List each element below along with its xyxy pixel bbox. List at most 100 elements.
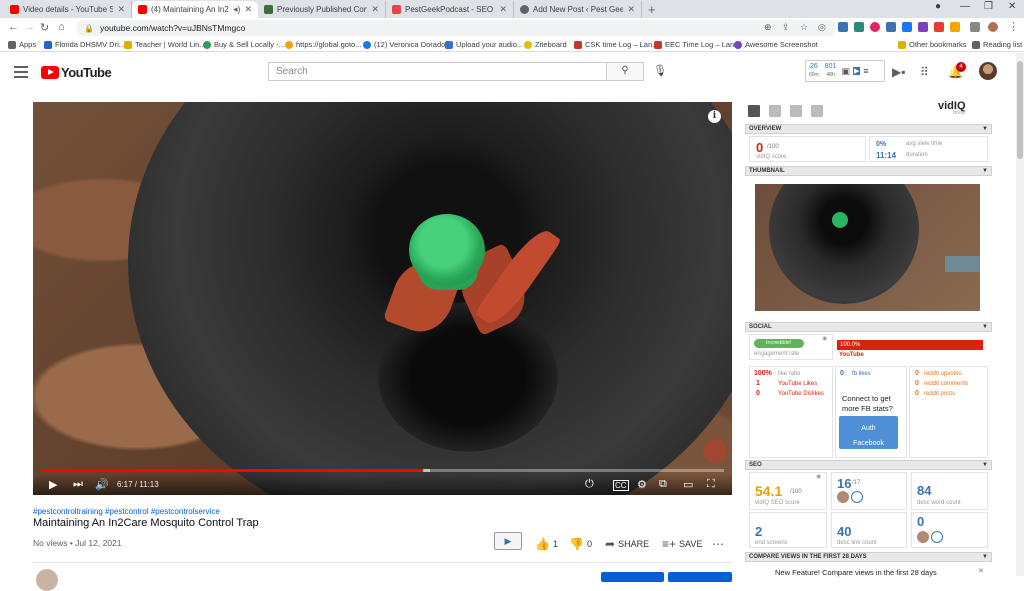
vidiq-icon[interactable]: ▶ xyxy=(852,67,861,75)
collapse-icon[interactable]: ▼ xyxy=(982,553,988,562)
twitter-tab-icon[interactable] xyxy=(790,105,802,117)
vidiq-extension-icon[interactable] xyxy=(886,22,896,32)
section-social-header[interactable]: SOCIAL ▼ xyxy=(745,322,992,332)
extension-icon[interactable] xyxy=(918,22,928,32)
close-icon[interactable]: ✕ xyxy=(978,567,984,575)
restore-icon[interactable]: ❐ xyxy=(984,1,993,12)
list-icon[interactable]: ≡ xyxy=(863,66,868,76)
share-icon[interactable]: ⇪ xyxy=(782,22,790,33)
puzzle-icon[interactable] xyxy=(970,22,980,32)
search-input[interactable]: Search xyxy=(268,62,607,81)
video-hashtags[interactable]: #pestcontroltraining #pestcontrol #pestc… xyxy=(33,507,220,516)
bookmark[interactable]: Florida DHSMV Dri... xyxy=(44,40,125,49)
extension-icon[interactable]: ◎ xyxy=(818,22,826,33)
install-icon[interactable]: ⊕ xyxy=(764,22,772,33)
microphone-icon[interactable]: 🎙 xyxy=(653,64,667,77)
close-tab-icon[interactable]: ✕ xyxy=(499,4,507,15)
star-icon[interactable]: ☆ xyxy=(800,22,808,33)
create-video-icon[interactable]: ▶▪ xyxy=(892,65,905,79)
browser-tab[interactable]: Video details - YouTube Studio ✕ xyxy=(4,1,132,18)
new-tab-button[interactable]: + xyxy=(648,2,656,17)
close-tab-icon[interactable]: ✕ xyxy=(244,4,252,15)
bookmark-apps[interactable]: Apps xyxy=(8,40,36,49)
auth-facebook-button[interactable]: Auth Facebook xyxy=(839,416,898,449)
video-player[interactable]: i ▶ ⏭ 🔊 6:17 / 11:13 ⏻ CC ⚙ ⧉ ▭ ⛶ xyxy=(33,102,732,495)
vidiq-stats-widget[interactable]: 26 60m 801 48h ▣ ▶ ≡ xyxy=(805,60,885,82)
vidiq-button[interactable]: ▶ xyxy=(494,532,522,550)
edit-video-button[interactable] xyxy=(668,572,732,582)
reload-icon[interactable]: ↻ xyxy=(40,21,49,34)
menu-dots-icon[interactable]: ⋮ xyxy=(1008,20,1019,33)
close-tab-icon[interactable]: ✕ xyxy=(371,4,379,15)
fullscreen-icon[interactable]: ⛶ xyxy=(707,478,715,491)
theater-mode-icon[interactable]: ▭ xyxy=(683,478,693,491)
close-tab-icon[interactable]: ✕ xyxy=(627,4,635,15)
play-icon[interactable]: ▶ xyxy=(49,478,57,491)
bookmark[interactable]: EEC Time Log – Lan... xyxy=(654,40,740,49)
close-tab-icon[interactable]: ✕ xyxy=(117,4,125,15)
extension-icon[interactable] xyxy=(854,22,864,32)
extension-icon[interactable] xyxy=(902,22,912,32)
video-thumbnail[interactable] xyxy=(755,184,980,311)
captions-icon[interactable]: CC xyxy=(613,480,629,491)
profile-avatar[interactable] xyxy=(988,22,998,32)
bookmark-other[interactable]: Other bookmarks xyxy=(898,40,967,49)
collapse-icon[interactable]: ▼ xyxy=(982,461,988,470)
bookmark-reading-list[interactable]: Reading list xyxy=(972,40,1022,49)
grid-tab-icon[interactable] xyxy=(748,105,760,117)
bookmark[interactable]: https://global.goto... xyxy=(285,40,361,49)
bookmark[interactable]: (12) Veronica Dorado xyxy=(363,40,445,49)
section-compare-header[interactable]: COMPARE VIEWS IN THE FIRST 28 DAYS ▼ xyxy=(745,552,992,562)
browser-tab[interactable]: Add New Post ‹ Pest Geek Pest & ✕ xyxy=(514,1,642,18)
volume-icon[interactable]: 🔊 xyxy=(95,478,109,491)
settings-gear-icon[interactable]: ⚙ xyxy=(637,478,647,491)
list-tab-icon[interactable] xyxy=(769,105,781,117)
record-extension-icon[interactable] xyxy=(870,22,880,32)
browser-tab[interactable]: Previously Published Content: Lis ✕ xyxy=(258,1,386,18)
minimize-icon[interactable]: — xyxy=(960,1,970,12)
dislike-button[interactable]: 👎 0 xyxy=(569,537,592,551)
extension-icon[interactable] xyxy=(950,22,960,32)
user-avatar[interactable] xyxy=(979,62,997,80)
vidiq-logo[interactable]: vidIQ boost xyxy=(938,100,966,116)
page-scrollbar[interactable] xyxy=(1016,53,1024,576)
bookmark[interactable]: Teacher | World Lin... xyxy=(124,40,206,49)
chart-icon[interactable]: ▣ xyxy=(841,66,850,77)
extension-icon[interactable] xyxy=(934,22,944,32)
bookmark[interactable]: Ziteboard xyxy=(524,40,567,49)
progress-bar[interactable] xyxy=(41,469,724,472)
address-bar[interactable]: 🔒 youtube.com/watch?v=uJBNsTMmgco ⊕ ⇪ ☆ … xyxy=(76,20,836,36)
profile-icon[interactable]: ● xyxy=(935,1,941,12)
section-seo-header[interactable]: SEO ▼ xyxy=(745,460,992,470)
like-button[interactable]: 👍 1 xyxy=(535,537,558,551)
search-button[interactable]: ⚲ xyxy=(607,62,644,81)
scrollbar-thumb[interactable] xyxy=(1017,61,1023,159)
channel-avatar[interactable] xyxy=(36,569,58,591)
more-actions-button[interactable]: ⋯ xyxy=(712,537,724,551)
close-window-icon[interactable]: ✕ xyxy=(1008,1,1016,12)
collapse-icon[interactable]: ▼ xyxy=(982,167,988,176)
autoplay-toggle-icon[interactable]: ⏻ xyxy=(585,478,594,491)
next-icon[interactable]: ⏭ xyxy=(73,478,83,491)
browser-tab-active[interactable]: (4) Maintaining An In2Care M ◂) ✕ xyxy=(132,1,258,18)
info-icon[interactable]: i xyxy=(708,110,721,123)
menu-icon[interactable] xyxy=(14,66,28,81)
save-button[interactable]: ≡+ SAVE xyxy=(662,537,702,551)
home-icon[interactable]: ⌂ xyxy=(58,21,65,33)
channel-watermark[interactable] xyxy=(703,439,727,463)
audio-icon[interactable]: ◂) xyxy=(233,4,241,15)
miniplayer-icon[interactable]: ⧉ xyxy=(659,478,667,491)
back-icon[interactable]: ← xyxy=(8,21,19,33)
bookmark[interactable]: Awesome Screenshot xyxy=(734,40,818,49)
bookmark[interactable]: Buy & Sell Locally -... xyxy=(203,40,285,49)
share-button[interactable]: ➦ SHARE xyxy=(605,537,649,551)
collapse-icon[interactable]: ▼ xyxy=(982,323,988,332)
apps-grid-icon[interactable]: ⠿ xyxy=(920,65,929,79)
section-thumbnail-header[interactable]: THUMBNAIL ▼ xyxy=(745,166,992,176)
collapse-icon[interactable]: ▼ xyxy=(982,125,988,134)
bookmark[interactable]: Upload your audio... xyxy=(445,40,523,49)
browser-tab[interactable]: PestGeekPodcast - SEO Video Li ✕ xyxy=(386,1,514,18)
bookmark[interactable]: CSK time Log – Lan... xyxy=(574,40,658,49)
analytics-button[interactable] xyxy=(601,572,664,582)
youtube-logo[interactable]: YouTube xyxy=(41,65,112,80)
